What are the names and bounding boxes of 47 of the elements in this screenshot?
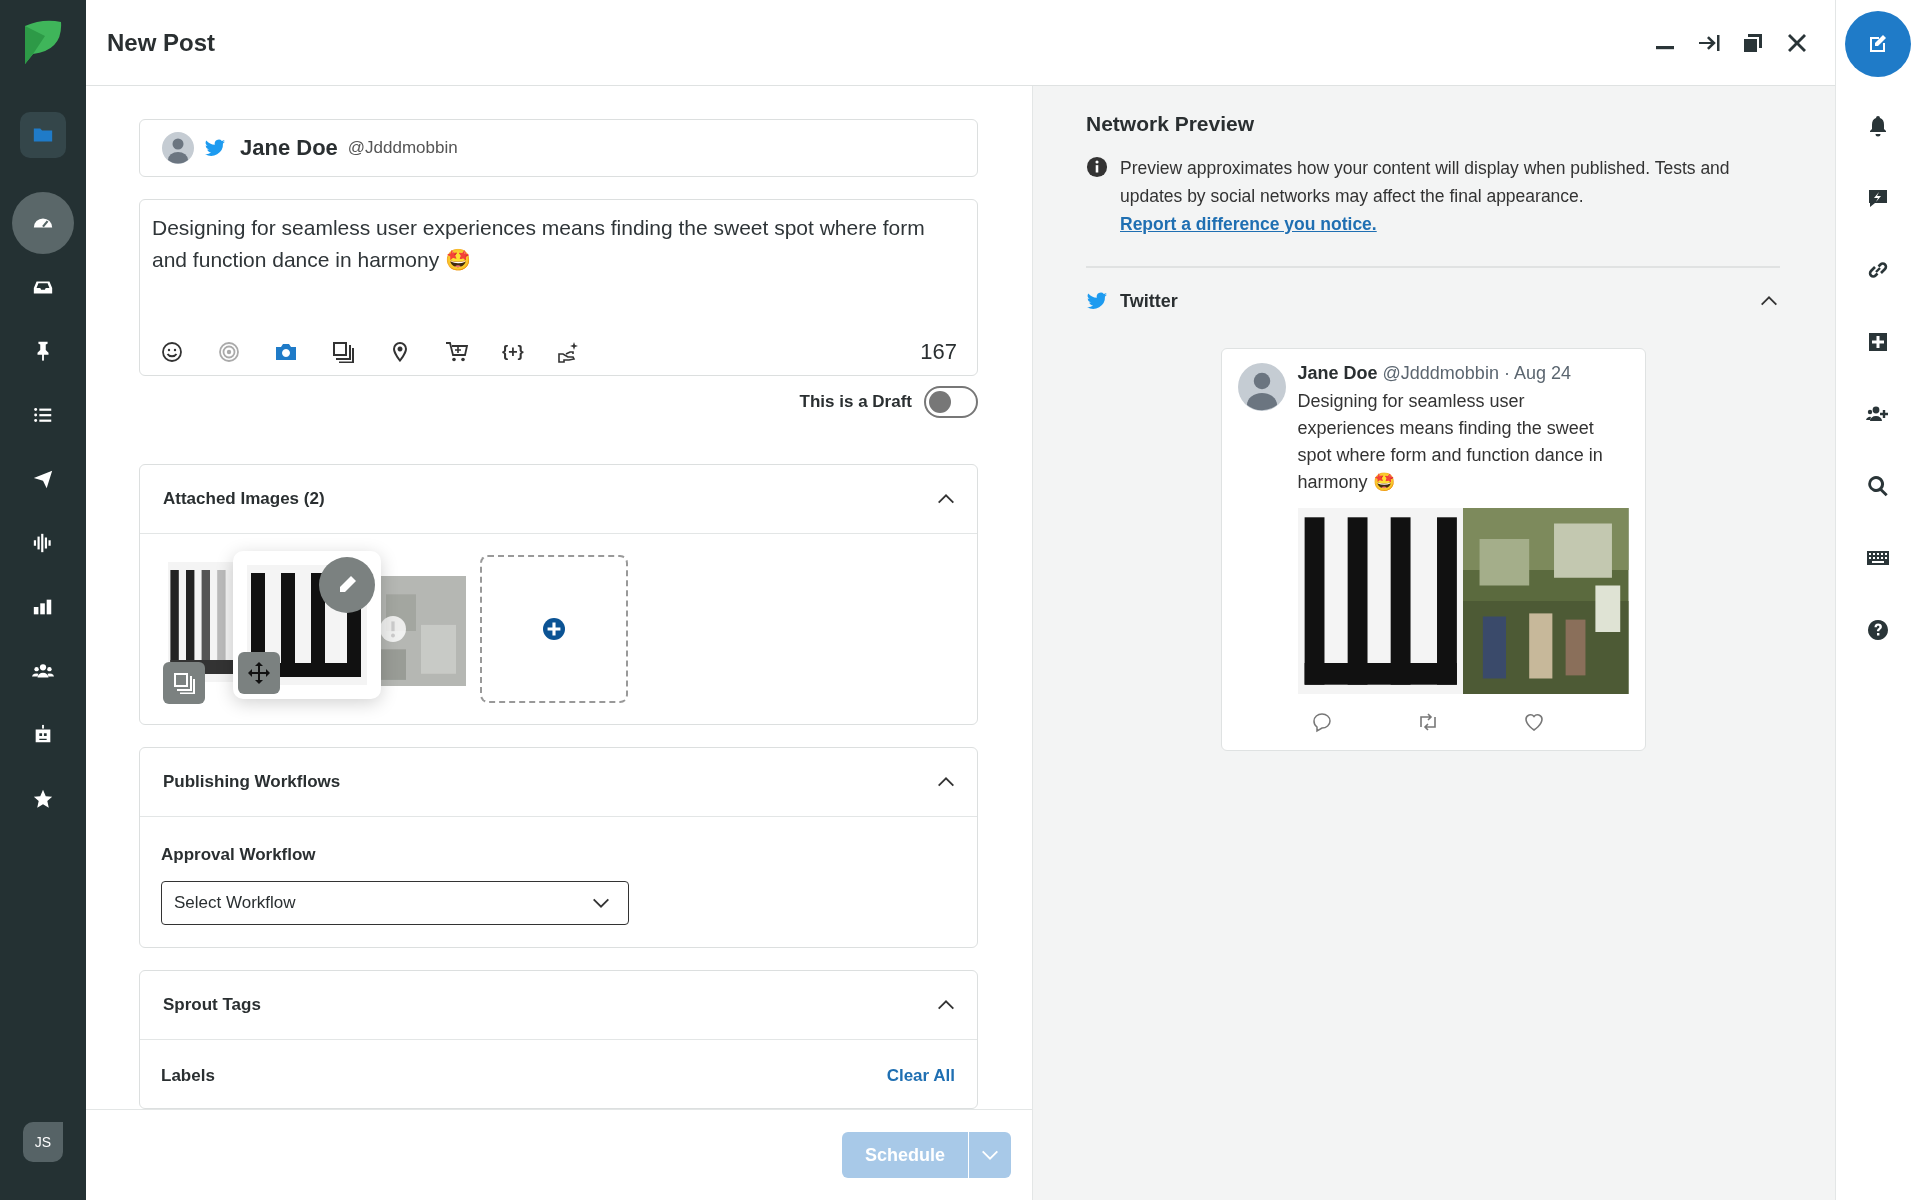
- account-handle: @Jdddmobbin: [347, 138, 458, 159]
- folder-nav-item[interactable]: [20, 112, 66, 158]
- draft-label: This is a Draft: [799, 392, 912, 412]
- help-icon: [1866, 618, 1890, 642]
- plus-icon: [1866, 330, 1890, 354]
- clear-all-link[interactable]: Clear All: [886, 1066, 955, 1086]
- tweet-handle: @Jdddmobbin: [1382, 363, 1499, 384]
- variable-tool[interactable]: {+}: [502, 343, 524, 361]
- gallery-icon[interactable]: [331, 340, 355, 364]
- tweet-text: Designing for seamless user experiences means finding the sweet spot where form and function dance in harmony 🤩: [1297, 390, 1604, 494]
- waveform-icon: [32, 532, 54, 554]
- tweet-author: Jane Doe: [1297, 363, 1378, 384]
- emoji-icon[interactable]: [160, 340, 184, 364]
- account-name: Jane Doe: [240, 135, 338, 162]
- section-title: Sprout Tags: [163, 995, 261, 1015]
- field-label: Approval Workflow: [161, 845, 317, 865]
- bird-icon: [1086, 290, 1108, 312]
- paper-plane-icon: [32, 468, 54, 490]
- draft-toggle[interactable]: [924, 386, 978, 418]
- report-link[interactable]: Report a difference you notice.: [1120, 214, 1377, 234]
- avatar-icon: [162, 132, 194, 165]
- gallery-button[interactable]: [163, 662, 205, 704]
- character-count: 167: [920, 339, 957, 365]
- network-name: Twitter: [1120, 290, 1179, 312]
- avatar-icon: [1237, 363, 1286, 411]
- post-text: Designing for seamless user experiences means finding the sweet spot where form and function dance in harmony 🤩: [152, 215, 926, 274]
- window-title: New Post: [107, 28, 216, 57]
- workflow-select[interactable]: Select Workflow: [161, 881, 629, 925]
- section-title: Publishing Workflows: [163, 772, 341, 792]
- tweet-date: · Aug 24: [1503, 363, 1571, 384]
- section-title: Attached Images (2): [163, 489, 325, 509]
- move-handle[interactable]: [238, 652, 280, 694]
- leaf-logo[interactable]: [23, 20, 63, 64]
- add-image-button[interactable]: [480, 555, 628, 703]
- star-icon: [32, 788, 54, 810]
- info-icon: [1086, 156, 1108, 178]
- edit-button[interactable]: [319, 557, 375, 613]
- plus-icon: [543, 618, 565, 640]
- cart-icon[interactable]: [445, 340, 469, 364]
- field-label: Labels: [161, 1066, 215, 1086]
- gallery-icon: [172, 671, 196, 695]
- preview-note: Preview approximates how your content will display when published. Tests and updates by social networks may affect the final appearance. Report a difference you notice.: [1120, 157, 1731, 236]
- post-editor[interactable]: Designing for seamless user experiences means finding the sweet spot where form and function dance in harmony 🤩 {+} 167: [139, 199, 978, 376]
- user-avatar[interactable]: JS: [23, 1122, 63, 1162]
- move-icon: [247, 661, 271, 685]
- preview-title: Network Preview: [1086, 112, 1256, 136]
- search-icon: [1866, 474, 1890, 498]
